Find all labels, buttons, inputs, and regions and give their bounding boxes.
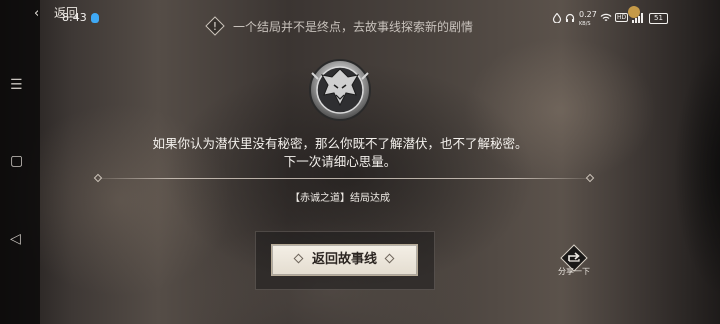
back-chevron-icon[interactable]: ‹	[34, 6, 39, 21]
system-nav-rail: ☰ ▢ ◁	[0, 0, 40, 324]
hd-icon: HD	[615, 13, 629, 22]
divider	[98, 178, 590, 179]
alarm-icon	[552, 13, 562, 23]
back-button[interactable]: 返回	[54, 4, 78, 21]
qq-icon	[91, 13, 99, 23]
quote-line-2: 下一次请细心思量。	[283, 154, 397, 169]
headset-icon	[565, 13, 575, 22]
home-square-icon[interactable]: ▢	[10, 154, 23, 168]
return-storyline-button[interactable]: 返回故事线	[271, 244, 418, 276]
network-speed: 0.27 KB/S	[579, 10, 597, 28]
share-label[interactable]: 分享一下	[548, 266, 600, 277]
quote-line-1: 如果你认为潜伏里没有秘密，那么你既不了解潜伏，也不了解秘密。	[152, 136, 528, 151]
profile-avatar[interactable]	[628, 6, 640, 18]
battery-icon: 51	[649, 13, 668, 24]
menu-icon[interactable]: ☰	[10, 78, 23, 92]
ink-splash-decoration	[640, 0, 720, 324]
diamond-hint-icon: !	[205, 16, 225, 36]
ending-achieved-label: 【赤诚之道】结局达成	[290, 193, 390, 204]
svg-text:!: !	[213, 20, 217, 33]
story-hint: 一个结局并不是终点，去故事线探索新的剧情	[233, 20, 474, 34]
wifi-icon	[600, 13, 612, 22]
back-triangle-icon[interactable]: ◁	[10, 232, 21, 246]
status-icons: 0.27 KB/S HD 51	[552, 9, 668, 27]
ending-emblem-icon	[309, 59, 371, 121]
ending-quote: 如果你认为潜伏里没有秘密，那么你既不了解潜伏，也不了解秘密。 下一次请细心思量。	[100, 135, 580, 171]
